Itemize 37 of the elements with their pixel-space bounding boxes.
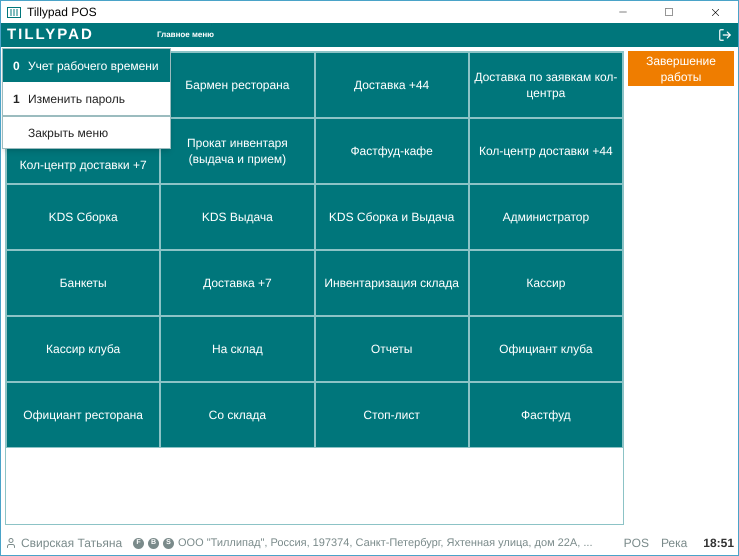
menu-tile[interactable]: Официант ресторана bbox=[6, 382, 160, 448]
end-work-button[interactable]: Завершение работы bbox=[628, 51, 734, 86]
menu-tile[interactable]: KDS Выдача bbox=[160, 184, 314, 250]
menu-tile[interactable]: Фастфуд bbox=[468, 382, 623, 448]
menu-tile[interactable]: Инвентаризация склада bbox=[314, 250, 469, 316]
company-info: ООО "Тиллипад", Россия, 197374, Санкт-Петербург, Яхтенная улица, дом 22А, ... bbox=[178, 536, 593, 551]
menu-tile[interactable]: Доставка +7 bbox=[160, 250, 314, 316]
user-icon bbox=[5, 537, 17, 549]
menu-tile[interactable]: Официант клуба bbox=[468, 316, 623, 382]
logo: TILLYPAD bbox=[7, 24, 95, 45]
menu-item[interactable]: 1 Изменить пароль bbox=[3, 82, 170, 115]
logout-icon[interactable] bbox=[718, 28, 732, 42]
user-name: Свирская Татьяна bbox=[21, 535, 124, 552]
menu-tile[interactable]: Доставка +44 bbox=[314, 52, 469, 118]
menu-tile[interactable]: На склад bbox=[160, 316, 314, 382]
menu-tile[interactable]: Кассир bbox=[468, 250, 623, 316]
menu-tile[interactable]: Кол-центр доставки +44 bbox=[468, 118, 623, 184]
menu-tile[interactable]: Фастфуд-кафе bbox=[314, 118, 469, 184]
header-title: Главное меню bbox=[157, 29, 214, 41]
menu-tile[interactable]: Администратор bbox=[468, 184, 623, 250]
menu-tile[interactable]: Банкеты bbox=[6, 250, 160, 316]
menu-tile[interactable]: Доставка по заявкам кол-центра bbox=[468, 52, 623, 118]
menu-tile[interactable]: Кассир клуба bbox=[6, 316, 160, 382]
clock: 18:51 bbox=[703, 535, 734, 552]
maximize-icon bbox=[664, 7, 674, 17]
location-label: Река bbox=[660, 535, 688, 552]
menu-item[interactable]: 0 Учет рабочего времени bbox=[3, 49, 170, 82]
menu-tile[interactable]: Стоп-лист bbox=[314, 382, 469, 448]
menu-tile[interactable]: KDS Сборка и Выдача bbox=[314, 184, 469, 250]
window-title: Tillypad POS bbox=[27, 4, 97, 21]
menu-tile[interactable]: Со склада bbox=[160, 382, 314, 448]
menu-tile[interactable]: Прокат инвентаря (выдача и прием) bbox=[160, 118, 314, 184]
mode-label: POS bbox=[624, 535, 649, 552]
menu-tile[interactable]: KDS Сборка bbox=[6, 184, 160, 250]
menu-item[interactable]: Закрыть меню bbox=[3, 115, 170, 148]
app-icon bbox=[7, 6, 21, 18]
menu-tile[interactable]: Отчеты bbox=[314, 316, 469, 382]
